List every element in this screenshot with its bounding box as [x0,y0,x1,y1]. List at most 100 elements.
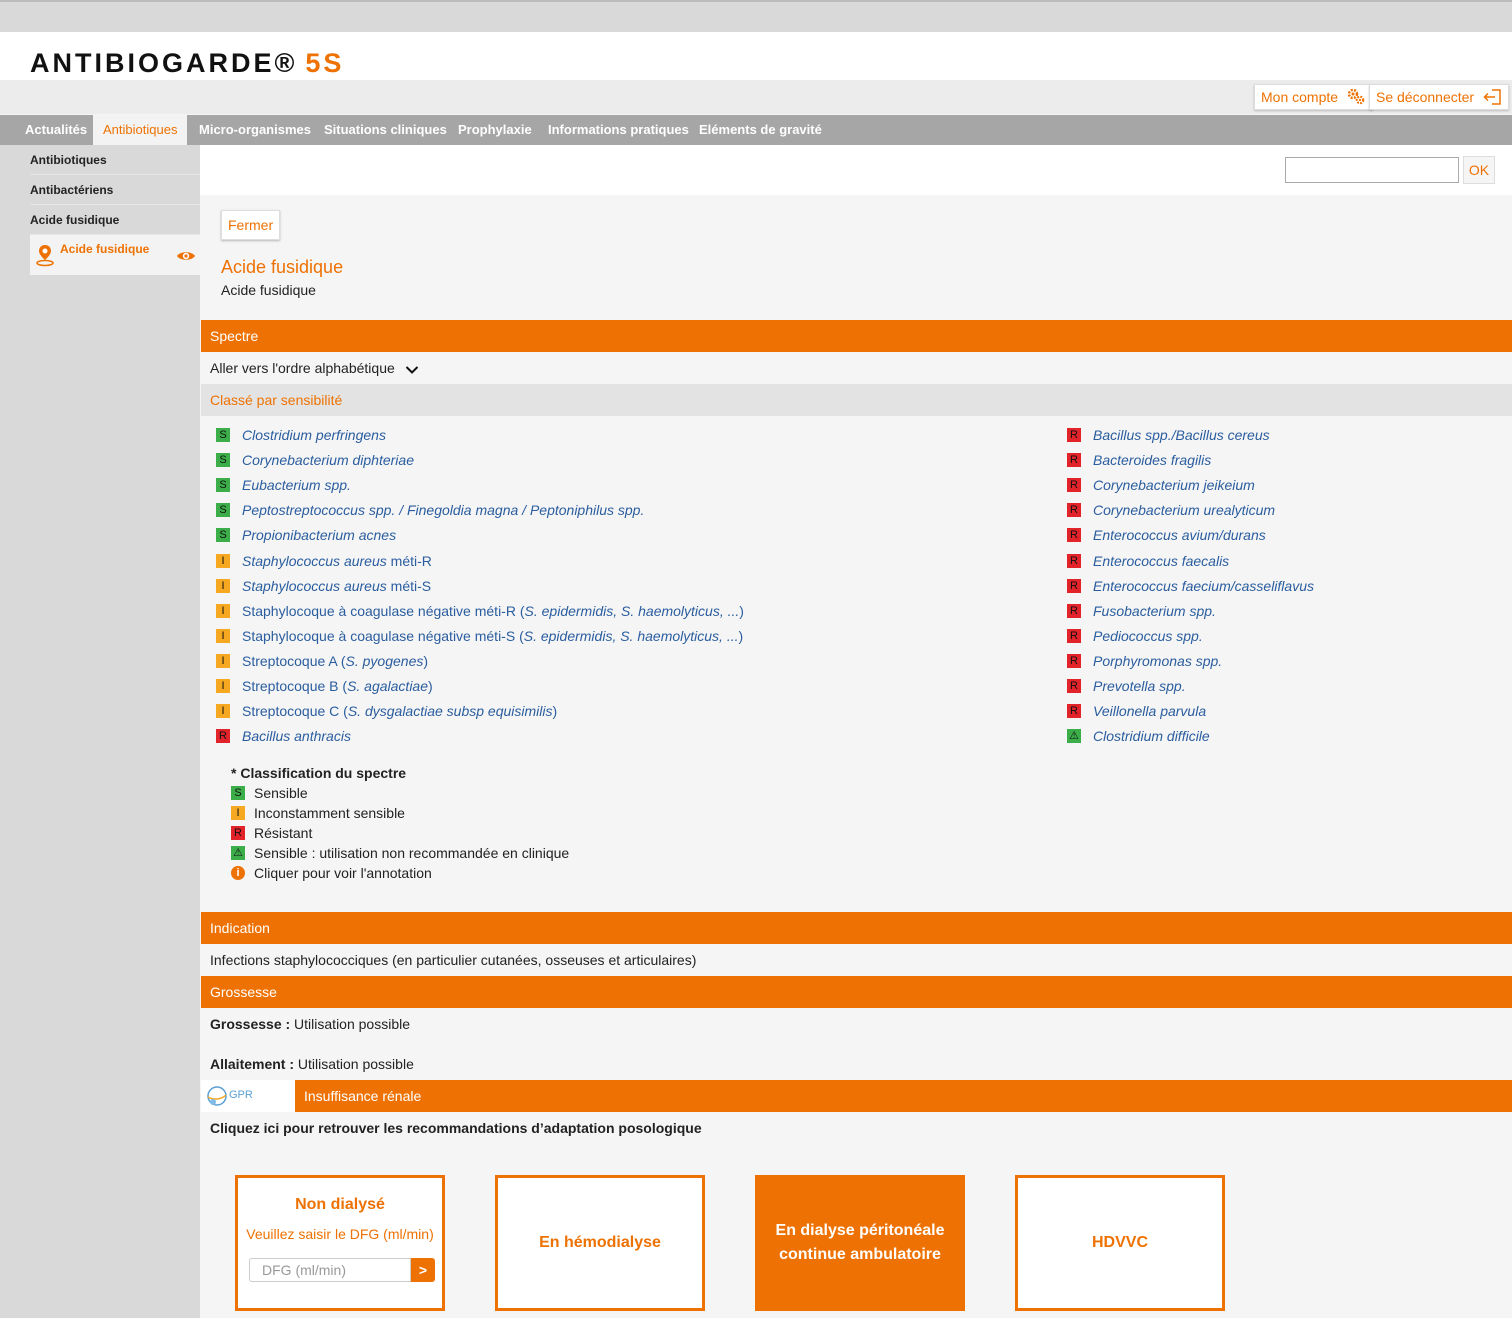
renal-card-dpca[interactable]: En dialyse péritonéale continue ambulato… [755,1175,965,1311]
allaitement-value: Utilisation possible [294,1056,414,1072]
logout-button[interactable]: Se déconnecter [1369,84,1509,110]
organism-name-part: Corynebacterium jeikeium [1093,477,1255,494]
dfg-submit-button[interactable]: > [411,1258,435,1282]
sidebar-item-antibacteriens[interactable]: Antibactériens [30,175,200,205]
logo-text: ANTIBIOGARDE® [30,48,298,78]
sensitivity-badge: R [1067,653,1081,668]
sensitivity-badge: R [1067,679,1081,693]
organism-name-part: Porphyromonas spp. [1093,652,1223,669]
user-bar: Mon compte Se déconnecter [0,80,1512,114]
sensitivity-badge: I [216,704,230,719]
organism-name: Prevotella spp. [1093,677,1186,695]
info-icon: i [231,866,245,880]
grossesse-value: Utilisation possible [290,1016,411,1032]
legend-item: R Résistant [231,823,569,843]
organism-name: Bacteroides fragilis [1093,451,1211,469]
nav-item-antibiotiques[interactable]: Antibiotiques [93,115,188,145]
organism-name: Corynebacterium urealyticum [1093,501,1275,519]
legend-rows: S Sensible I Inconstamment sensible R Résista… [231,783,569,883]
alphabetical-order-toggle[interactable]: Aller vers l'ordre alphabétique [201,352,1512,384]
organism-name-part: ) [739,602,744,619]
organism-name-part: Streptocoque C ( [242,703,348,720]
nav-item-micro-organismes[interactable]: Micro-organismes [189,115,321,145]
chevron-down-icon [405,366,418,374]
organism-name-part: méti-S [386,577,432,594]
organism-name-part: Clostridium perfringens [242,427,386,443]
sensitivity-badge: R [1067,453,1081,468]
sidebar-active-drug[interactable]: Acide fusidique [30,235,200,275]
organism-name-part: Bacillus anthracis [242,728,351,745]
organism-name: Veillonella parvula [1093,702,1206,720]
sensitivity-badge: R [1067,528,1081,543]
legend-label: Inconstamment sensible [254,805,405,821]
renal-card-hemodialyse[interactable]: En hémodialyse [495,1175,705,1311]
allaitement-label: Allaitement : [210,1056,295,1072]
close-button[interactable]: Fermer [221,210,281,240]
sidebar-item-antibiotiques[interactable]: Antibiotiques [30,145,200,175]
drug-subtitle: Acide fusidique [221,282,316,298]
sensitivity-badge: R [1067,503,1081,518]
my-account-button[interactable]: Mon compte [1254,84,1373,110]
renal-card-hdvvc[interactable]: HDVVC [1015,1175,1225,1311]
nav-item-actualites[interactable]: Actualités [15,115,97,145]
legend-item: I Inconstamment sensible [231,803,569,823]
organism-name-part: Staphylocoque à coagulase négative méti-… [242,627,524,644]
organism-name-part: Fusobacterium spp. [1093,602,1216,619]
logout-icon [1483,89,1501,105]
nav-item-informations-pratiques[interactable]: Informations pratiques [538,115,699,145]
organism-name: Enterococcus avium/durans [1093,526,1266,544]
sensitivity-badge: R [1067,603,1081,618]
organism-name: Bacillus anthracis [242,727,351,745]
organism-name-part: ) [552,703,558,720]
sensitivity-badge: S [216,428,230,442]
sensitivity-badge: ⚠ [1067,729,1081,744]
organism-name-part: Pediococcus spp. [1093,627,1203,644]
organism-name: Enterococcus faecium/casseliflavus [1093,577,1314,595]
organism-name-part: Enterococcus avium/durans [1093,527,1266,544]
section-header-indication: Indication [201,912,1512,944]
organism-name: Bacillus spp./Bacillus cereus [1093,426,1270,444]
drug-title: Acide fusidique [221,257,344,277]
sensitivity-badge: S [216,503,230,518]
nav-item-situations-cliniques[interactable]: Situations cliniques [314,115,457,145]
sensitivity-badge: S [216,453,230,468]
sidebar-item-acide-fusidique[interactable]: Acide fusidique [30,205,200,235]
legend-label: Cliquer pour voir l'annotation [254,865,432,881]
sensitivity-badge: R [231,826,245,840]
section-header-grossesse: Grossesse [201,976,1512,1008]
legend-label: Sensible [254,785,308,801]
organism-name-part: Bacteroides fragilis [1093,452,1212,469]
organism-name: Enterococcus faecalis [1093,552,1229,570]
organism-name-part: Peptostreptococcus spp. / Finegoldia mag… [242,502,645,519]
grossesse-info: Grossesse : Utilisation possible [210,1016,410,1032]
search-ok-button[interactable]: OK [1463,156,1495,184]
organism-name: Fusobacterium spp. [1093,602,1216,620]
renal-recommendations-link[interactable]: Cliquez ici pour retrouver les recommand… [210,1120,702,1136]
gpr-logo[interactable]: GPR [201,1080,295,1112]
dfg-input[interactable]: DFG (ml/min) [249,1258,411,1282]
drug-content: Fermer Acide fusidique Acide fusidique S… [201,195,1512,1318]
sensitivity-badge: R [1067,578,1081,593]
hemodialyse-label: En hémodialyse [539,1234,661,1251]
organism-name: Peptostreptococcus spp. / Finegoldia mag… [242,501,644,519]
organism-name: Staphylocoque à coagulase négative méti-… [242,627,743,645]
nav-item-elements-gravite[interactable]: Eléments de gravité [689,115,832,145]
sensitivity-badge: R [1067,478,1081,493]
app-header: ANTIBIOGARDE® 5S [0,32,1512,80]
organism-name: Streptocoque A (S. pyogenes) [242,652,428,670]
app-logo[interactable]: ANTIBIOGARDE® 5S [30,48,344,79]
organism-name-part: S. epidermidis, S. haemolyticus, ... [524,602,740,619]
organism-name-part: Propionibacterium acnes [242,527,397,544]
gears-icon [1347,88,1365,105]
eye-icon[interactable] [176,249,196,263]
renal-card-non-dialyse[interactable]: Non dialysé Veuillez saisir le DFG (ml/m… [235,1175,445,1311]
legend-item: i Cliquer pour voir l'annotation [231,863,569,883]
organism-name: Clostridium difficile [1093,727,1210,745]
organism-name-part: ) [738,627,744,644]
logout-label: Se déconnecter [1376,89,1475,105]
indication-text: Infections staphylococciques (en particu… [210,952,697,968]
gpr-logo-text: GPR [229,1089,253,1101]
organism-name-part: S. agalactiae [347,678,429,694]
search-input[interactable] [1285,157,1459,183]
nav-item-prophylaxie[interactable]: Prophylaxie [448,115,542,145]
